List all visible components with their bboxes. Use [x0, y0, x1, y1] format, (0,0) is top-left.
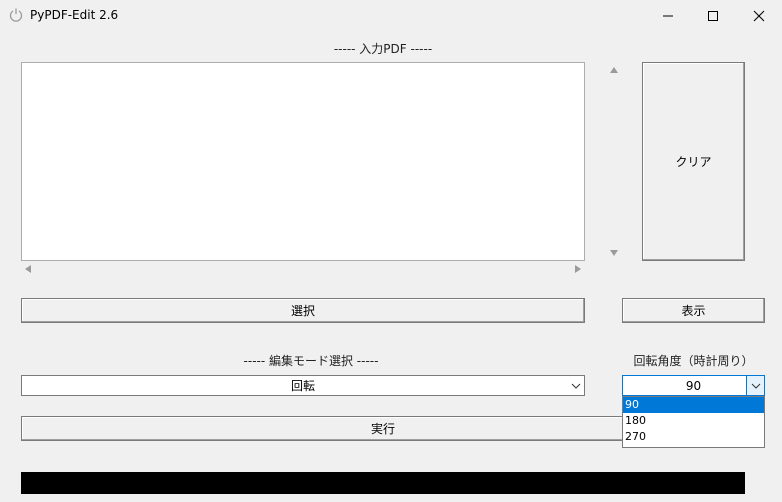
- show-button[interactable]: 表示: [622, 298, 765, 323]
- scroll-right-icon[interactable]: [575, 265, 581, 273]
- close-button[interactable]: [736, 0, 782, 32]
- scroll-up-icon[interactable]: [610, 67, 618, 73]
- rotation-angle-label: 回転角度（時計周り）: [633, 354, 754, 368]
- progress-bar: [21, 472, 745, 494]
- mode-combobox[interactable]: 回転: [21, 375, 585, 396]
- maximize-button[interactable]: [690, 0, 736, 32]
- rotation-combobox[interactable]: 90: [622, 375, 765, 396]
- window-title: PyPDF-Edit 2.6: [30, 8, 119, 22]
- chevron-down-icon[interactable]: [567, 376, 584, 395]
- scroll-down-icon[interactable]: [610, 250, 618, 256]
- rotation-combobox-value: 90: [685, 378, 702, 393]
- close-icon: [753, 10, 765, 22]
- rotation-option-270[interactable]: 270: [623, 429, 764, 445]
- rotation-dropdown-list[interactable]: 90 180 270: [622, 396, 765, 448]
- pdf-file-listbox[interactable]: [21, 62, 585, 261]
- minimize-icon: [663, 15, 673, 17]
- rotation-option-180[interactable]: 180: [623, 413, 764, 429]
- rotation-option-90[interactable]: 90: [623, 397, 764, 413]
- input-pdf-label: ----- 入力PDF -----: [333, 42, 433, 56]
- select-button[interactable]: 選択: [21, 298, 585, 323]
- maximize-icon: [708, 11, 718, 21]
- clear-button[interactable]: クリア: [642, 62, 745, 261]
- scroll-left-icon[interactable]: [25, 265, 31, 273]
- horizontal-scrollbar[interactable]: [21, 261, 585, 278]
- mode-select-label: ----- 編集モード選択 -----: [243, 354, 379, 368]
- vertical-scrollbar[interactable]: [605, 62, 623, 261]
- mode-combobox-value: 回転: [290, 379, 315, 393]
- chevron-down-icon[interactable]: [746, 376, 764, 395]
- minimize-button[interactable]: [645, 0, 691, 32]
- app-power-icon: [8, 7, 24, 23]
